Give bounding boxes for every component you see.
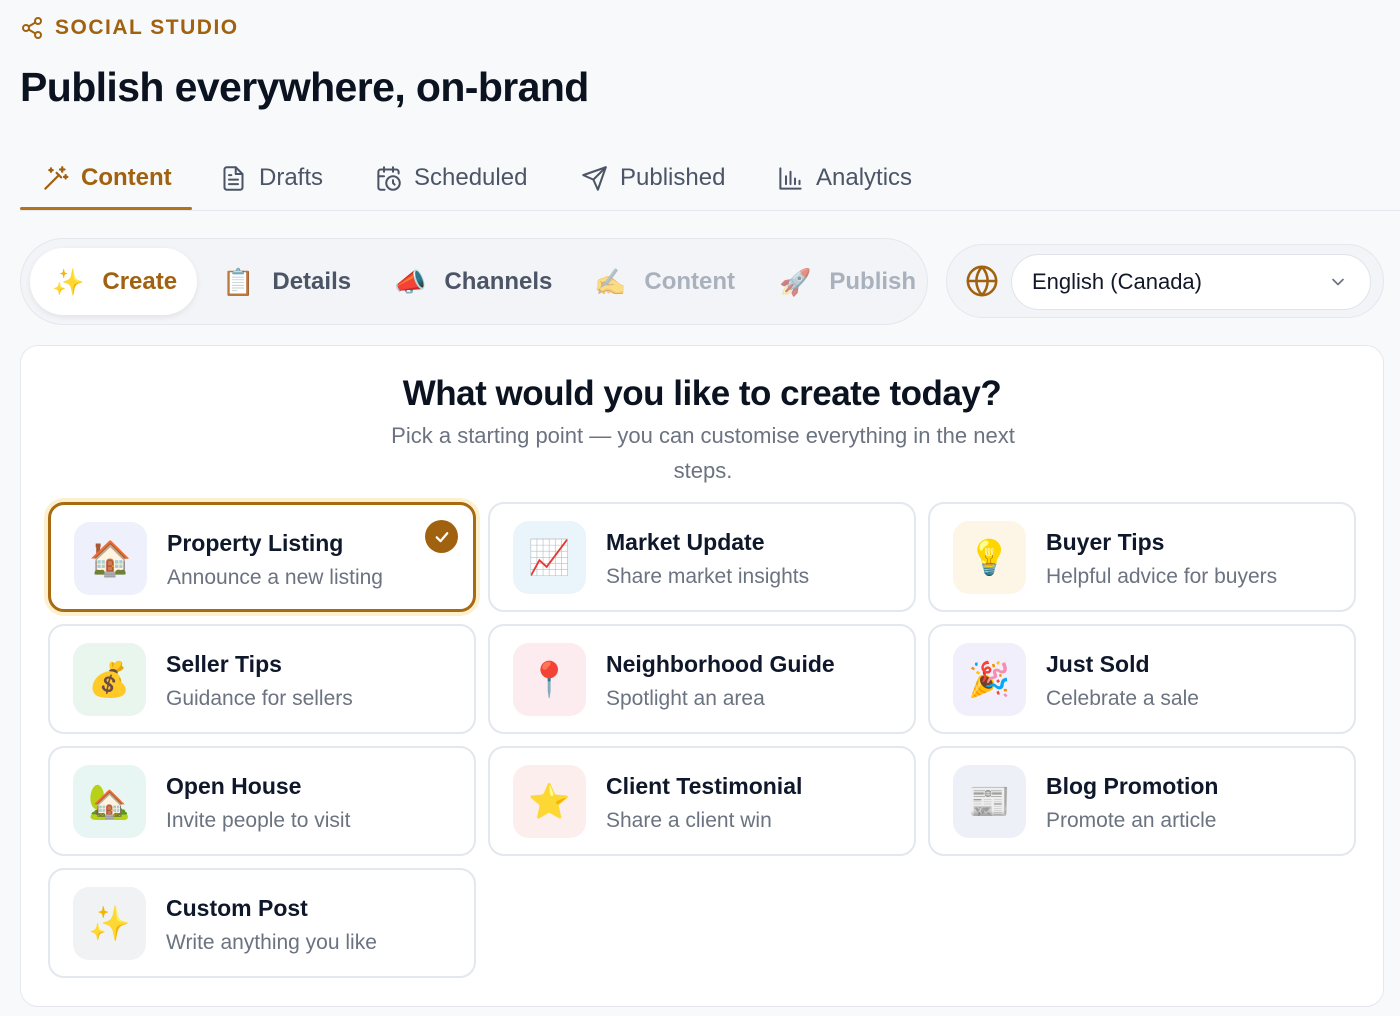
money-bag-icon: 💰	[73, 643, 146, 716]
share-icon	[22, 17, 42, 39]
option-title: Blog Promotion	[1046, 773, 1219, 799]
option-title: Property Listing	[167, 530, 344, 556]
option-desc: Promote an article	[1046, 809, 1217, 832]
light-bulb-icon: 💡	[953, 521, 1026, 594]
option-market-update[interactable]: 📈 Market Update Share market insights	[488, 502, 916, 612]
tab-label: Analytics	[816, 164, 913, 191]
post-type-card: What would you like to create today? Pic…	[20, 345, 1384, 1007]
option-buyer-tips[interactable]: 💡 Buyer Tips Helpful advice for buyers	[928, 502, 1356, 612]
step-content: ✍️ Content	[594, 248, 735, 315]
newspaper-icon: 📰	[953, 765, 1026, 838]
option-title: Market Update	[606, 529, 765, 555]
house-icon: 🏠	[74, 522, 147, 595]
option-seller-tips[interactable]: 💰 Seller Tips Guidance for sellers	[48, 624, 476, 734]
card-subtitle: Pick a starting point — you can customis…	[391, 423, 1015, 483]
clipboard-icon: 📋	[222, 266, 255, 297]
brand-name: SOCIAL STUDIO	[55, 16, 239, 39]
option-blog-promotion[interactable]: 📰 Blog Promotion Promote an article	[928, 746, 1356, 856]
megaphone-icon: 📣	[394, 266, 427, 297]
writing-hand-icon: ✍️	[594, 266, 627, 297]
option-title: Just Sold	[1046, 651, 1150, 677]
option-title: Client Testimonial	[606, 773, 803, 799]
option-title: Buyer Tips	[1046, 529, 1165, 555]
option-open-house[interactable]: 🏡 Open House Invite people to visit	[48, 746, 476, 856]
option-desc: Announce a new listing	[167, 566, 383, 589]
star-icon: ⭐	[513, 765, 586, 838]
option-desc: Guidance for sellers	[166, 687, 353, 710]
tab-drafts[interactable]: Drafts	[220, 146, 323, 210]
tab-published[interactable]: Published	[581, 146, 725, 210]
card-title: What would you like to create today?	[402, 374, 1002, 413]
option-title: Custom Post	[166, 895, 308, 921]
pin-icon: 📍	[513, 643, 586, 716]
magic-wand-icon	[44, 165, 69, 190]
tab-label: Scheduled	[414, 164, 528, 191]
house-garden-icon: 🏡	[73, 765, 146, 838]
option-desc: Invite people to visit	[166, 809, 351, 832]
step-label: Details	[272, 267, 352, 295]
main-tabs: Content Drafts Scheduled Published Analy…	[20, 146, 1400, 211]
paper-plane-icon	[582, 165, 607, 191]
tab-label: Published	[620, 164, 726, 191]
party-popper-icon: 🎉	[953, 643, 1026, 716]
language-value: English (Canada)	[1032, 269, 1202, 294]
brand: SOCIAL STUDIO	[20, 16, 239, 40]
step-label: Content	[644, 267, 736, 295]
option-neighborhood-guide[interactable]: 📍 Neighborhood Guide Spotlight an area	[488, 624, 916, 734]
chart-increasing-icon: 📈	[513, 521, 586, 594]
option-desc: Share a client win	[606, 809, 772, 832]
option-client-testimonial[interactable]: ⭐ Client Testimonial Share a client win	[488, 746, 916, 856]
option-title: Neighborhood Guide	[606, 651, 835, 677]
check-icon	[425, 520, 458, 553]
globe-icon	[966, 265, 998, 297]
option-title: Open House	[166, 773, 302, 799]
chevron-down-icon	[1332, 278, 1344, 286]
document-icon	[223, 165, 244, 191]
language-select[interactable]: English (Canada)	[1011, 254, 1371, 310]
step-label: Create	[102, 267, 178, 295]
step-create[interactable]: ✨ Create	[30, 248, 198, 315]
bar-chart-icon	[779, 166, 802, 190]
sparkles-icon: ✨	[52, 266, 85, 297]
step-channels[interactable]: 📣 Channels	[394, 248, 552, 315]
option-desc: Write anything you like	[166, 931, 377, 954]
step-label: Publish	[829, 267, 917, 295]
step-label: Channels	[444, 267, 553, 295]
calendar-clock-icon	[377, 165, 401, 191]
sparkles-icon: ✨	[73, 887, 146, 960]
step-publish: 🚀 Publish	[779, 248, 916, 315]
tab-scheduled[interactable]: Scheduled	[375, 146, 527, 210]
tab-label: Drafts	[259, 164, 324, 191]
step-details[interactable]: 📋 Details	[222, 248, 351, 315]
tab-content[interactable]: Content	[42, 146, 172, 210]
rocket-icon: 🚀	[779, 266, 812, 297]
page-title: Publish everywhere, on-brand	[20, 64, 589, 110]
option-just-sold[interactable]: 🎉 Just Sold Celebrate a sale	[928, 624, 1356, 734]
option-desc: Celebrate a sale	[1046, 687, 1199, 710]
option-custom-post[interactable]: ✨ Custom Post Write anything you like	[48, 868, 476, 978]
option-title: Seller Tips	[166, 651, 282, 677]
language-picker: English (Canada)	[946, 244, 1384, 318]
tab-analytics[interactable]: Analytics	[777, 146, 912, 210]
create-stepper: ✨ Create 📋 Details 📣 Channels ✍️ Content…	[20, 238, 928, 325]
active-tab-indicator	[20, 207, 192, 210]
option-property-listing[interactable]: 🏠 Property Listing Announce a new listin…	[48, 502, 476, 612]
tab-label: Content	[81, 164, 172, 191]
option-desc: Helpful advice for buyers	[1046, 565, 1278, 588]
option-desc: Share market insights	[606, 565, 810, 588]
option-desc: Spotlight an area	[606, 687, 765, 710]
